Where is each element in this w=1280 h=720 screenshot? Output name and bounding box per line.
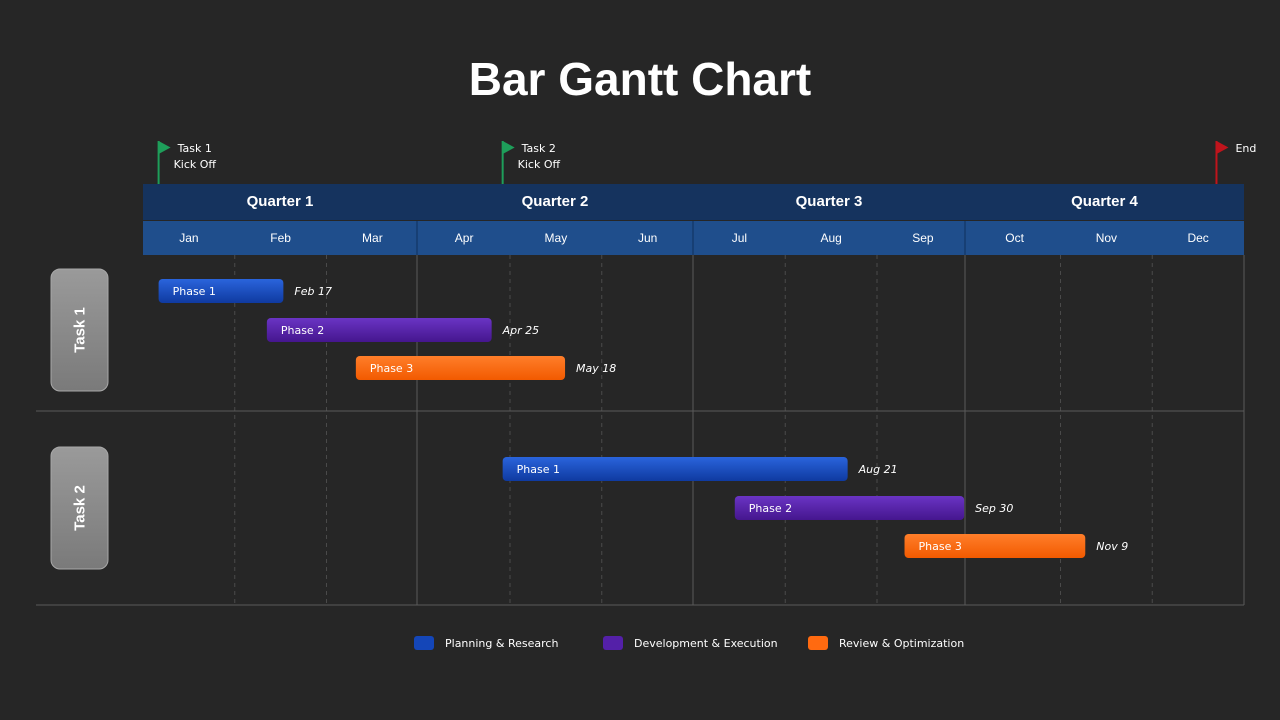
- month-label: Jun: [638, 231, 657, 245]
- quarter-label: Quarter 1: [247, 193, 314, 210]
- legend: Planning & Research Development & Executi…: [0, 636, 1280, 654]
- phase-bar[interactable]: Phase 1 Aug 21: [502, 457, 898, 481]
- phase-name: Phase 3: [919, 540, 962, 553]
- quarter-label: Quarter 2: [522, 193, 589, 210]
- phase-name: Phase 1: [517, 463, 560, 476]
- quarter-label: Quarter 4: [1071, 193, 1138, 210]
- milestone-label: Task 2: [521, 142, 556, 155]
- month-label: Dec: [1187, 231, 1208, 245]
- month-label: Oct: [1005, 231, 1024, 245]
- month-label: Jan: [179, 231, 198, 245]
- phase-name: Phase 3: [370, 362, 413, 375]
- quarter-label: Quarter 3: [796, 193, 863, 210]
- task-label: Task 1: [72, 307, 89, 353]
- phase-end-date: Feb 17: [294, 285, 332, 298]
- month-label: May: [545, 231, 568, 245]
- phase-end-date: Apr 25: [502, 324, 540, 337]
- phase-name: Phase 2: [281, 324, 324, 337]
- milestone: Task 1 Kick Off: [157, 141, 217, 184]
- legend-swatch: [808, 636, 828, 650]
- phase-end-date: Nov 9: [1096, 540, 1128, 553]
- flag-icon: [502, 141, 515, 154]
- legend-label: Review & Optimization: [839, 636, 965, 650]
- month-label: Jul: [732, 231, 747, 245]
- legend-item-review: Review & Optimization: [808, 636, 964, 650]
- legend-swatch: [603, 636, 623, 650]
- milestone-sublabel: Kick Off: [174, 158, 217, 171]
- month-label: Feb: [270, 231, 291, 245]
- task-label-box: Task 1: [50, 268, 109, 392]
- month-label: Mar: [362, 231, 383, 245]
- phase-bar[interactable]: Phase 3 May 18: [355, 356, 616, 380]
- milestone: Task 2 Kick Off: [501, 141, 561, 184]
- task-label: Task 2: [72, 485, 89, 531]
- month-label: Apr: [455, 231, 474, 245]
- legend-item-planning: Planning & Research: [414, 636, 558, 650]
- phase-bar[interactable]: Phase 3 Nov 9: [904, 534, 1129, 558]
- flag-icon: [158, 141, 171, 154]
- milestone-label: End: [1235, 142, 1256, 155]
- phase-name: Phase 1: [173, 285, 216, 298]
- month-label: Nov: [1096, 231, 1117, 245]
- legend-label: Development & Execution: [634, 636, 778, 650]
- legend-label: Planning & Research: [445, 636, 559, 650]
- milestone-label: Task 1: [177, 142, 212, 155]
- phase-end-date: Sep 30: [975, 502, 1013, 515]
- phase-bar[interactable]: Phase 2 Apr 25: [266, 318, 540, 342]
- task-label-box: Task 2: [50, 446, 109, 570]
- month-label: Aug: [820, 231, 841, 245]
- flag-icon: [1216, 141, 1229, 154]
- milestone-sublabel: Kick Off: [518, 158, 561, 171]
- phase-bar[interactable]: Phase 1 Feb 17: [158, 279, 332, 303]
- milestone: End: [1215, 141, 1256, 184]
- phase-end-date: May 18: [576, 362, 616, 375]
- month-label: Sep: [912, 231, 934, 245]
- phase-name: Phase 2: [749, 502, 792, 515]
- legend-swatch: [414, 636, 434, 650]
- gantt-chart: Quarter 1 Quarter 2 Quarter 3 Quarter 4 Jan F…: [36, 141, 1256, 606]
- legend-item-development: Development & Execution: [603, 636, 778, 650]
- phase-end-date: Aug 21: [858, 463, 898, 476]
- phase-bar[interactable]: Phase 2 Sep 30: [734, 496, 1014, 520]
